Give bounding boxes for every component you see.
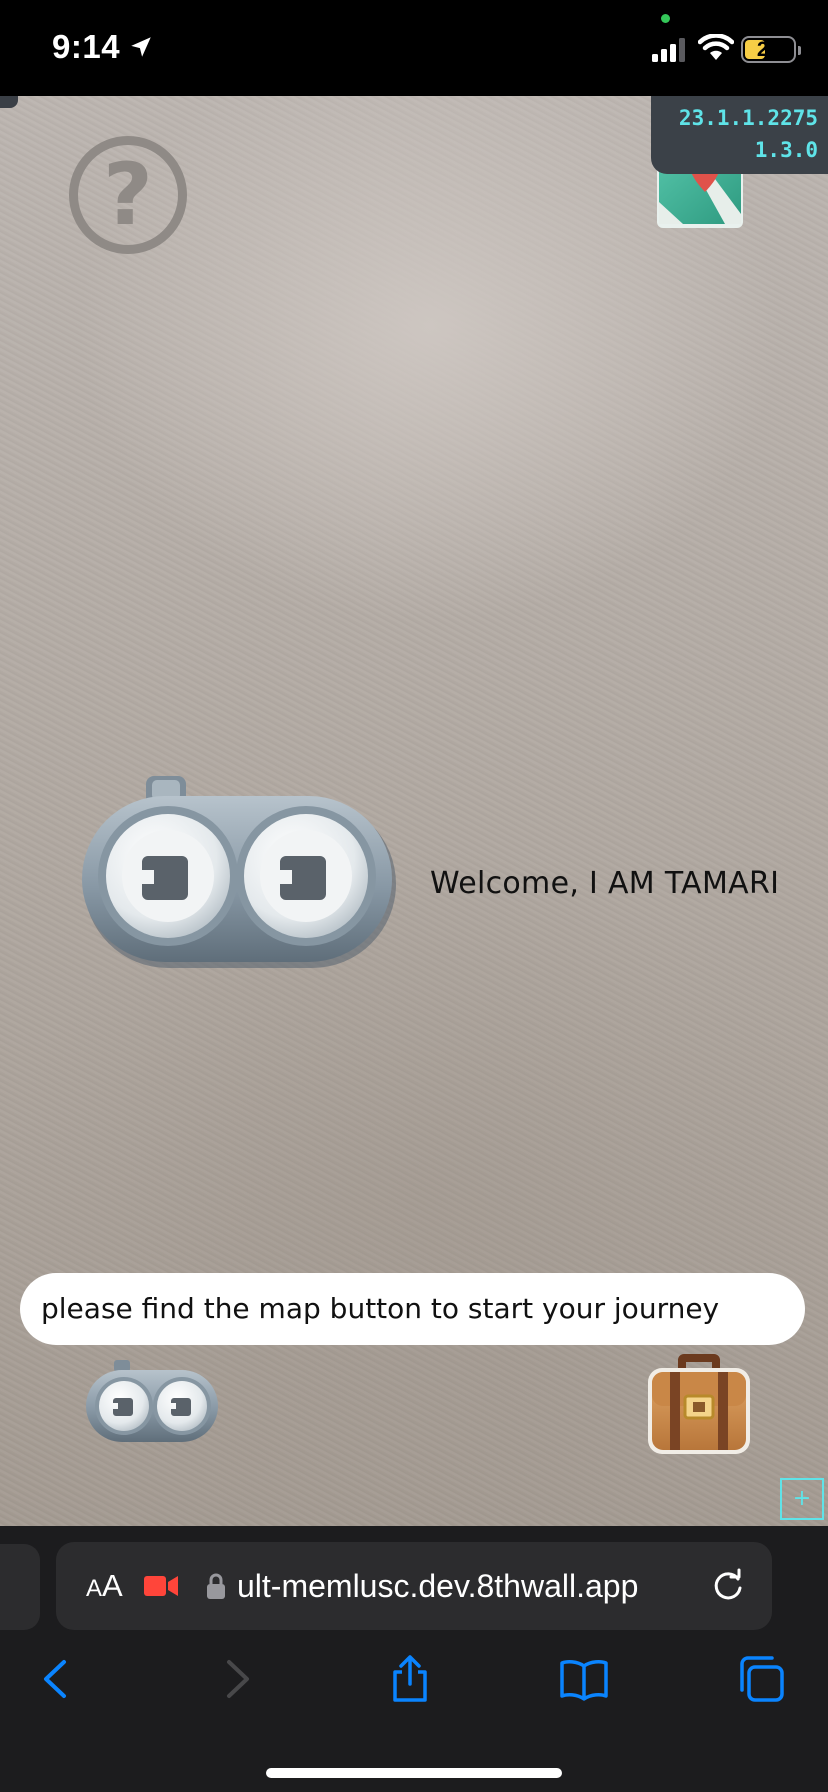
- battery-level: 21: [756, 38, 781, 61]
- version-line-1: 23.1.1.2275: [678, 106, 818, 130]
- lock-icon: [207, 1573, 225, 1599]
- status-bar: 9:14 21: [0, 0, 828, 96]
- version-badge: 23.1.1.2275 1.3.0: [651, 96, 828, 174]
- reload-icon[interactable]: [710, 1568, 746, 1604]
- tabs-icon[interactable]: [736, 1654, 786, 1704]
- aa-small: A: [86, 1575, 103, 1602]
- help-icon: ?: [103, 145, 153, 245]
- signal-icon: [652, 38, 685, 62]
- back-icon[interactable]: [32, 1654, 82, 1704]
- tamari-robot-icon[interactable]: [82, 772, 400, 972]
- battery-icon: 21: [741, 36, 801, 63]
- privacy-indicator-dot: [661, 14, 670, 23]
- aa-big: A: [102, 1568, 123, 1603]
- version-line-2: 1.3.0: [754, 138, 818, 162]
- wifi-icon: [698, 34, 734, 60]
- tamari-small-icon[interactable]: [86, 1358, 222, 1446]
- hint-bubble: please find the map button to start your…: [20, 1273, 805, 1345]
- reader-text-size-button[interactable]: AA: [86, 1542, 123, 1630]
- corner-tab: [0, 96, 18, 108]
- welcome-message: Welcome, I AM TAMARI: [430, 866, 780, 901]
- previous-tab-preview[interactable]: [0, 1544, 40, 1630]
- url-text[interactable]: ult-memlusc.dev.8thwall.app: [237, 1542, 638, 1630]
- ar-camera-view[interactable]: ? 23.1.1.2275 1.3.0 Welcome, I AM TAMARI…: [0, 96, 828, 1526]
- bookmarks-icon[interactable]: [559, 1654, 609, 1704]
- share-icon[interactable]: [385, 1654, 435, 1704]
- browser-toolbar: AA ult-memlusc.dev.8thwall.app: [0, 1526, 828, 1792]
- address-bar[interactable]: AA ult-memlusc.dev.8thwall.app: [56, 1542, 772, 1630]
- battery-tip: [798, 46, 801, 55]
- camera-recording-icon[interactable]: [144, 1574, 178, 1598]
- debug-plus-button[interactable]: +: [780, 1478, 824, 1520]
- forward-icon[interactable]: [211, 1654, 261, 1704]
- home-indicator[interactable]: [266, 1768, 562, 1778]
- location-arrow-icon: [131, 37, 151, 57]
- briefcase-icon[interactable]: [644, 1352, 754, 1458]
- help-button[interactable]: ?: [69, 136, 187, 254]
- status-time: 9:14: [52, 28, 121, 65]
